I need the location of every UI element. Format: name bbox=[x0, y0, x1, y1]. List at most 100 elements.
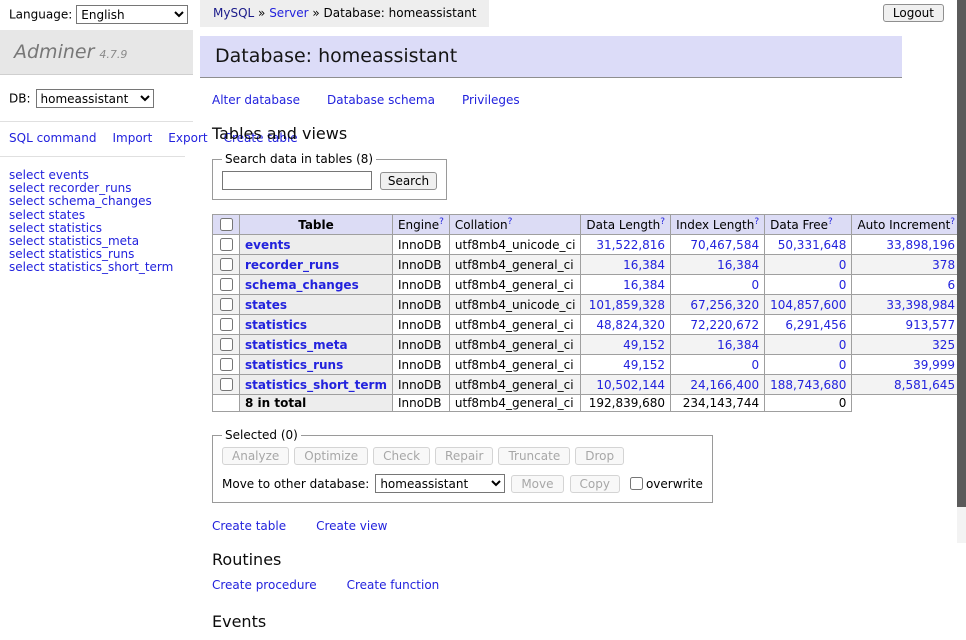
index-length-link[interactable]: 16,384 bbox=[717, 258, 759, 272]
auto-increment-link[interactable]: 39,999 bbox=[913, 358, 955, 372]
auto-increment-link[interactable]: 8,581,645 bbox=[894, 378, 955, 392]
optimize-button[interactable]: Optimize bbox=[294, 447, 368, 465]
select-link-statistics_short_term[interactable]: select bbox=[9, 260, 45, 274]
index-length-link[interactable]: 0 bbox=[751, 358, 759, 372]
sidebar-link-sql-command[interactable]: SQL command bbox=[9, 131, 96, 145]
analyze-button[interactable]: Analyze bbox=[222, 447, 289, 465]
table-name-link-recorder_runs[interactable]: recorder_runs bbox=[245, 258, 339, 272]
overwrite-checkbox[interactable] bbox=[630, 477, 643, 490]
data-free-link[interactable]: 104,857,600 bbox=[770, 298, 846, 312]
auto-increment-link[interactable]: 33,898,196 bbox=[886, 238, 955, 252]
scrollbar-thumb[interactable] bbox=[957, 0, 966, 507]
action-link-database-schema[interactable]: Database schema bbox=[327, 93, 435, 107]
data-length-link[interactable]: 49,152 bbox=[623, 358, 665, 372]
select-link-statistics[interactable]: select bbox=[9, 221, 45, 235]
data-free-link[interactable]: 0 bbox=[839, 258, 847, 272]
select-link-recorder_runs[interactable]: select bbox=[9, 181, 45, 195]
data-free-link[interactable]: 6,291,456 bbox=[785, 318, 846, 332]
row-checkbox-states[interactable] bbox=[220, 298, 233, 311]
table-link-statistics_runs[interactable]: statistics_runs bbox=[48, 247, 134, 261]
create-table-link[interactable]: Create table bbox=[212, 519, 286, 533]
search-input[interactable] bbox=[222, 171, 372, 190]
table-name-link-statistics_meta[interactable]: statistics_meta bbox=[245, 338, 348, 352]
data-length-link[interactable]: 48,824,320 bbox=[596, 318, 665, 332]
row-checkbox-statistics_runs[interactable] bbox=[220, 358, 233, 371]
help-link[interactable]: ? bbox=[439, 217, 444, 227]
row-checkbox-events[interactable] bbox=[220, 238, 233, 251]
engine-cell: InnoDB bbox=[392, 335, 449, 355]
language-select[interactable]: English bbox=[76, 5, 188, 24]
breadcrumb-link[interactable]: MySQL bbox=[213, 6, 254, 20]
data-length-link[interactable]: 31,522,816 bbox=[596, 238, 665, 252]
select-link-states[interactable]: select bbox=[9, 208, 45, 222]
auto-increment-link[interactable]: 325 bbox=[932, 338, 955, 352]
auto-increment-link[interactable]: 33,398,984 bbox=[886, 298, 955, 312]
drop-button[interactable]: Drop bbox=[575, 447, 624, 465]
row-checkbox-statistics_meta[interactable] bbox=[220, 338, 233, 351]
check-button[interactable]: Check bbox=[373, 447, 430, 465]
table-name-link-schema_changes[interactable]: schema_changes bbox=[245, 278, 359, 292]
action-link-alter-database[interactable]: Alter database bbox=[212, 93, 300, 107]
create-view-link[interactable]: Create view bbox=[316, 519, 387, 533]
index-length-link[interactable]: 70,467,584 bbox=[690, 238, 759, 252]
data-length-link[interactable]: 101,859,328 bbox=[589, 298, 665, 312]
table-link-recorder_runs[interactable]: recorder_runs bbox=[48, 181, 131, 195]
index-length-link[interactable]: 0 bbox=[751, 278, 759, 292]
data-length-link[interactable]: 16,384 bbox=[623, 278, 665, 292]
table-link-statistics_meta[interactable]: statistics_meta bbox=[48, 234, 139, 248]
breadcrumb-link[interactable]: Server bbox=[269, 6, 308, 20]
data-length-link[interactable]: 49,152 bbox=[623, 338, 665, 352]
row-checkbox-schema_changes[interactable] bbox=[220, 278, 233, 291]
table-link-states[interactable]: states bbox=[48, 208, 85, 222]
row-checkbox-recorder_runs[interactable] bbox=[220, 258, 233, 271]
action-link-privileges[interactable]: Privileges bbox=[462, 93, 520, 107]
index-length-link[interactable]: 16,384 bbox=[717, 338, 759, 352]
help-link[interactable]: ? bbox=[508, 217, 513, 227]
create-procedure-link[interactable]: Create procedure bbox=[212, 578, 317, 592]
search-button[interactable]: Search bbox=[380, 172, 437, 190]
auto-increment-link[interactable]: 913,577 bbox=[905, 318, 955, 332]
select-all-checkbox[interactable] bbox=[220, 218, 233, 231]
help-link[interactable]: ? bbox=[754, 217, 759, 227]
index-length-link[interactable]: 24,166,400 bbox=[690, 378, 759, 392]
table-link-schema_changes[interactable]: schema_changes bbox=[48, 194, 151, 208]
select-link-statistics_meta[interactable]: select bbox=[9, 234, 45, 248]
create-function-link[interactable]: Create function bbox=[347, 578, 440, 592]
help-link[interactable]: ? bbox=[828, 217, 833, 227]
data-free-link[interactable]: 0 bbox=[839, 358, 847, 372]
table-name-link-events[interactable]: events bbox=[245, 238, 291, 252]
index-length-link[interactable]: 67,256,320 bbox=[690, 298, 759, 312]
help-link[interactable]: ? bbox=[660, 217, 665, 227]
row-checkbox-statistics[interactable] bbox=[220, 318, 233, 331]
select-link-statistics_runs[interactable]: select bbox=[9, 247, 45, 261]
select-link-schema_changes[interactable]: select bbox=[9, 194, 45, 208]
table-link-statistics[interactable]: statistics bbox=[48, 221, 102, 235]
table-name-link-states[interactable]: states bbox=[245, 298, 287, 312]
data-free-link[interactable]: 188,743,680 bbox=[770, 378, 846, 392]
help-link[interactable]: ? bbox=[950, 217, 955, 227]
move-database-select[interactable]: homeassistant bbox=[375, 474, 505, 493]
sidebar-link-import[interactable]: Import bbox=[112, 131, 152, 145]
table-link-statistics_short_term[interactable]: statistics_short_term bbox=[48, 260, 173, 274]
copy-button[interactable]: Copy bbox=[570, 475, 620, 493]
row-checkbox-statistics_short_term[interactable] bbox=[220, 378, 233, 391]
move-button[interactable]: Move bbox=[511, 475, 563, 493]
table-name-link-statistics[interactable]: statistics bbox=[245, 318, 307, 332]
data-free-link[interactable]: 0 bbox=[839, 278, 847, 292]
data-length-link[interactable]: 16,384 bbox=[623, 258, 665, 272]
data-length-link[interactable]: 10,502,144 bbox=[596, 378, 665, 392]
select-link-events[interactable]: select bbox=[9, 168, 45, 182]
db-select[interactable]: homeassistant bbox=[36, 89, 154, 108]
data-free-link[interactable]: 0 bbox=[839, 338, 847, 352]
table-name-link-statistics_short_term[interactable]: statistics_short_term bbox=[245, 378, 387, 392]
table-link-events[interactable]: events bbox=[48, 168, 88, 182]
auto-increment-link[interactable]: 378 bbox=[932, 258, 955, 272]
index-length-link[interactable]: 72,220,672 bbox=[690, 318, 759, 332]
repair-button[interactable]: Repair bbox=[435, 447, 493, 465]
truncate-button[interactable]: Truncate bbox=[498, 447, 570, 465]
table-name-cell: statistics_runs bbox=[240, 355, 393, 375]
auto-increment-link[interactable]: 6 bbox=[947, 278, 955, 292]
vertical-scrollbar[interactable] bbox=[957, 0, 966, 543]
table-name-link-statistics_runs[interactable]: statistics_runs bbox=[245, 358, 343, 372]
data-free-link[interactable]: 50,331,648 bbox=[778, 238, 847, 252]
